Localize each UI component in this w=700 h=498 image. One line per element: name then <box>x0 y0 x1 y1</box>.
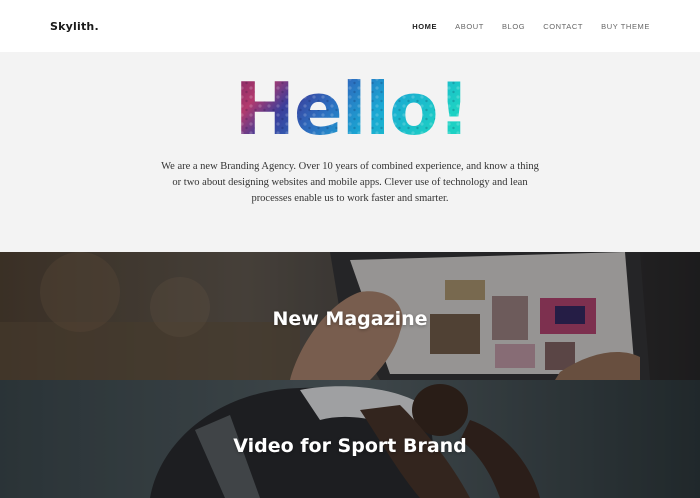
project-title-magazine: New Magazine <box>272 308 428 330</box>
hero-headline: Hello! Hello! <box>240 76 464 140</box>
project-title-sport: Video for Sport Brand <box>233 435 467 457</box>
hero-section: Hello! Hello! We are a new Branding Agen… <box>0 52 700 252</box>
hero-description: We are a new Branding Agency. Over 10 ye… <box>161 161 539 204</box>
hero-headline-texture: Hello! <box>240 76 464 140</box>
nav-contact[interactable]: CONTACT <box>543 22 583 31</box>
project-tile-magazine[interactable]: New Magazine <box>0 252 700 380</box>
nav-home[interactable]: HOME <box>412 22 437 31</box>
nav-about[interactable]: ABOUT <box>455 22 484 31</box>
nav-buy-theme[interactable]: BUY THEME <box>601 22 650 31</box>
main-nav: HOME ABOUT BLOG CONTACT BUY THEME <box>394 22 650 31</box>
brand-logo[interactable]: Skylith. <box>50 20 99 33</box>
site-header: Skylith. HOME ABOUT BLOG CONTACT BUY THE… <box>0 0 700 52</box>
nav-blog[interactable]: BLOG <box>502 22 525 31</box>
project-tile-sport[interactable]: Video for Sport Brand <box>0 380 700 498</box>
